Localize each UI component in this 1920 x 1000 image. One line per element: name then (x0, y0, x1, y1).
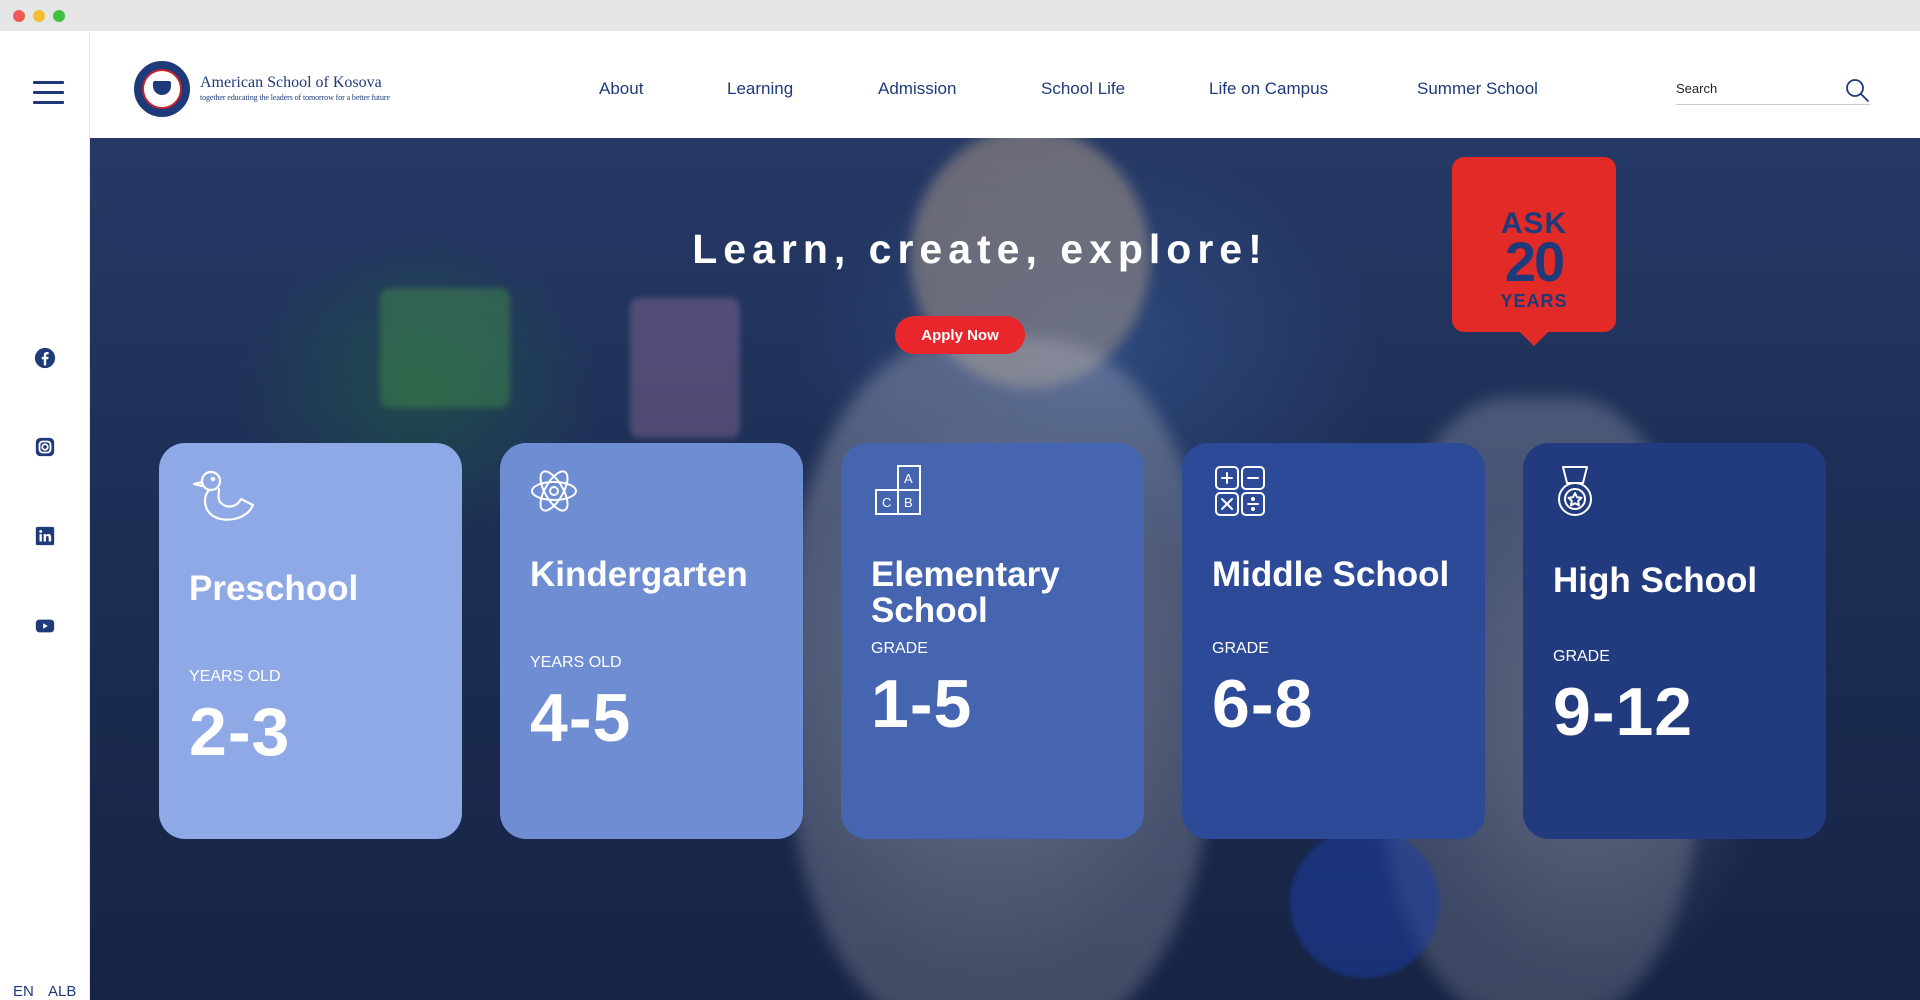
atom-icon (530, 463, 602, 527)
card-subtitle: GRADE (1212, 640, 1269, 657)
card-preschool[interactable]: Preschool YEARS OLD 2-3 (159, 443, 462, 839)
anniversary-badge[interactable]: ASK 20 YEARS (1452, 157, 1616, 332)
youtube-icon[interactable] (34, 615, 56, 637)
nav-life-on-campus[interactable]: Life on Campus (1209, 79, 1328, 99)
card-range: 9-12 (1553, 674, 1694, 750)
badge-line-2: 20 (1504, 230, 1565, 293)
minimize-window-button[interactable] (33, 10, 45, 22)
logo-name[interactable]: American School of Kosova (200, 74, 382, 92)
card-subtitle: YEARS OLD (189, 668, 281, 685)
math-operators-icon (1212, 463, 1284, 527)
nav-school-life[interactable]: School Life (1041, 79, 1125, 99)
card-title: Elementary School (871, 555, 1060, 630)
card-range: 4-5 (530, 680, 632, 756)
card-range: 6-8 (1212, 666, 1314, 742)
nav-about[interactable]: About (599, 79, 643, 99)
search-box (1676, 73, 1870, 105)
apply-now-button[interactable]: Apply Now (895, 316, 1025, 354)
card-title: Preschool (189, 569, 359, 608)
card-subtitle: GRADE (1553, 648, 1610, 665)
left-sidebar: EN ALB (0, 31, 90, 1000)
card-elementary-school[interactable]: ACB Elementary School GRADE 1-5 (841, 443, 1144, 839)
search-icon[interactable] (1844, 77, 1870, 103)
card-title: Kindergarten (530, 555, 748, 594)
facebook-icon[interactable] (34, 347, 56, 369)
nav-admission[interactable]: Admission (878, 79, 956, 99)
svg-text:C: C (882, 495, 891, 510)
svg-text:B: B (904, 495, 913, 510)
card-high-school[interactable]: High School GRADE 9-12 (1523, 443, 1826, 839)
card-title: Middle School (1212, 555, 1450, 594)
close-window-button[interactable] (13, 10, 25, 22)
card-subtitle: GRADE (871, 640, 928, 657)
medal-icon (1553, 463, 1625, 527)
hero-section: Learn, create, explore! Apply Now ASK 20… (90, 138, 1920, 1000)
nav-summer-school[interactable]: Summer School (1417, 79, 1538, 99)
card-middle-school[interactable]: Middle School GRADE 6-8 (1182, 443, 1485, 839)
site-header: American School of Kosova together educa… (90, 31, 1920, 138)
language-en[interactable]: EN (13, 983, 34, 1000)
abc-blocks-icon: ACB (871, 463, 943, 527)
school-seal-logo[interactable] (134, 61, 190, 117)
badge-line-3: YEARS (1500, 291, 1568, 311)
svg-text:A: A (904, 471, 913, 486)
nav-learning[interactable]: Learning (727, 79, 793, 99)
card-range: 2-3 (189, 694, 291, 770)
maximize-window-button[interactable] (53, 10, 65, 22)
card-title: High School (1553, 561, 1758, 600)
language-alb[interactable]: ALB (48, 983, 76, 1000)
card-range: 1-5 (871, 666, 973, 742)
search-input[interactable] (1676, 77, 1836, 99)
instagram-icon[interactable] (34, 436, 56, 458)
card-subtitle: YEARS OLD (530, 654, 622, 671)
hamburger-icon[interactable] (33, 81, 64, 105)
card-kindergarten[interactable]: Kindergarten YEARS OLD 4-5 (500, 443, 803, 839)
duck-icon (189, 463, 261, 527)
window-titlebar (0, 0, 1920, 31)
linkedin-icon[interactable] (34, 525, 56, 547)
logo-tagline: together educating the leaders of tomorr… (200, 93, 390, 102)
